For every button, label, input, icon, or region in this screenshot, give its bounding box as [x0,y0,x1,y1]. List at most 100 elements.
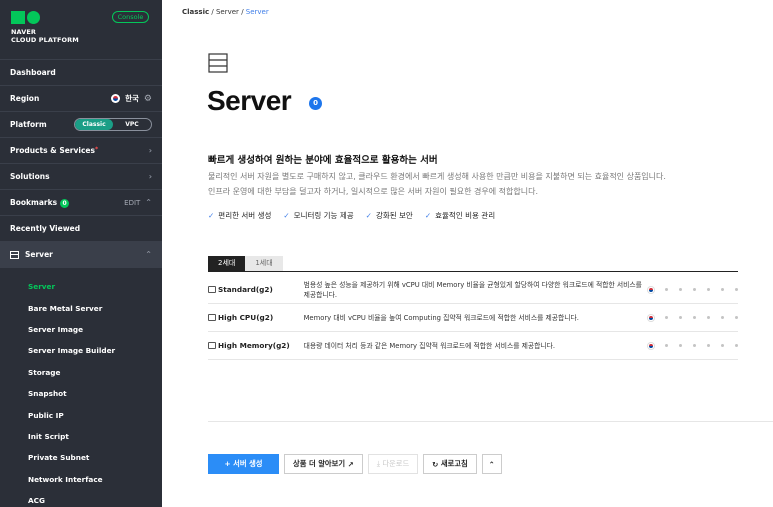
description-line: 물리적인 서버 자원을 별도로 구매하지 않고, 클라우드 환경에서 빠르게 생… [208,172,666,181]
feature-item: ✓ 편리한 서버 생성 [208,211,272,220]
product-description: Memory 대비 vCPU 비율을 높여 Computing 집약적 워크로드… [303,313,579,322]
region-dot-icon [665,288,668,291]
region-dot-icon [679,288,682,291]
learn-more-button[interactable]: 상품 더 알아보기 ↗ [284,454,363,474]
check-icon: ✓ [283,211,290,220]
refresh-button[interactable]: ↻ 새로고침 [423,454,477,474]
region-dot-icon [735,288,738,291]
description-line: 인프라 운영에 대한 부담을 덜고자 하거나, 일시적으로 많은 서버 자원이 … [208,186,538,196]
region-dot-icon [707,344,710,347]
page-title: Server [207,85,292,116]
region-dot-icon [735,344,738,347]
check-icon: ✓ [365,211,372,220]
sidebar-item-bare-metal-server[interactable]: Bare Metal Server [0,297,162,318]
brand-line2: CLOUD PLATFORM [11,36,79,44]
breadcrumb-sep: / [211,8,214,16]
region-dot-icon [707,288,710,291]
product-name: Standard(g2) [208,285,304,294]
recently-viewed-label: Recently Viewed [10,224,81,233]
product-description: 범용성 높은 성능을 제공하기 위해 vCPU 대비 Memory 비율을 균형… [303,280,642,299]
nav-region: Region 한국 ⚙ [0,86,162,112]
server-section-label: Server [25,250,53,259]
breadcrumb-root[interactable]: Classic [182,8,209,16]
table-row[interactable]: High CPU(g2) Memory 대비 vCPU 비율을 높여 Compu… [208,304,738,332]
table-row[interactable]: Standard(g2) 범용성 높은 성능을 제공하기 위해 vCPU 대비 … [208,276,738,304]
check-icon: ✓ [424,211,432,220]
feature-item: ✓ 효율적인 비용 관리 [424,211,496,220]
platform-option-vpc[interactable]: VPC [113,119,151,130]
bookmarks-edit-button[interactable]: EDIT [124,199,140,207]
breadcrumb: Classic / Server / Server [182,8,269,16]
action-bar: + 서버 생성 상품 더 알아보기 ↗ ⤓ 다운로드 ↻ 새로고침 ⌃ [208,454,502,474]
bookmarks-count-badge: 0 [60,198,70,208]
breadcrumb-sep: / [241,8,244,16]
create-server-button[interactable]: + 서버 생성 [208,454,279,474]
platform-option-classic[interactable]: Classic [75,119,113,130]
sidebar-item-public-ip[interactable]: Public IP [0,404,162,425]
feature-list: ✓ 편리한 서버 생성 ✓ 모니터링 기능 제공 ✓ 강화된 보안 ✓ 효율적인 비용 … [208,210,495,221]
collapse-button[interactable]: ⌃ [481,454,502,474]
product-name: High Memory(g2) [208,341,304,350]
korea-flag-icon [648,314,654,321]
tab-gen2[interactable]: 2세대 [208,256,246,271]
region-value[interactable]: 한국 [125,93,139,104]
nav-recently-viewed[interactable]: Recently Viewed [0,216,162,242]
download-button[interactable]: ⤓ 다운로드 [367,454,419,474]
server-icon [208,53,228,73]
section-divider [208,421,773,422]
nav-solutions[interactable]: Solutions › [0,164,162,190]
nav-server-section[interactable]: Server ⌃ [0,242,162,268]
region-dot-icon [665,316,668,319]
platform-toggle[interactable]: Classic VPC [74,118,152,131]
region-dot-icon [693,316,696,319]
new-marker: * [94,146,99,153]
sidebar-item-server-image-builder[interactable]: Server Image Builder [0,340,162,361]
region-dot-icon [693,288,696,291]
brand-line1: NAVER [11,28,37,36]
chevron-right-icon: › [148,172,152,181]
nav-dashboard[interactable]: Dashboard [0,60,162,86]
console-button[interactable]: Console [112,11,149,23]
page-description: 물리적인 서버 자원을 별도로 구매하지 않고, 클라우드 환경에서 빠르게 생… [208,170,773,199]
korea-flag-icon [648,342,654,349]
sidebar-item-private-subnet[interactable]: Private Subnet [0,447,162,468]
brand-text: NAVER CLOUD PLATFORM [11,28,79,44]
sidebar-item-init-script[interactable]: Init Script [0,426,162,447]
table-row[interactable]: High Memory(g2) 대용량 데이터 처리 등과 같은 Memory … [208,332,738,360]
tab-gen1[interactable]: 1세대 [245,256,283,271]
feature-item: ✓ 모니터링 기능 제공 [283,211,354,220]
region-dot-icon [721,288,724,291]
region-availability [648,342,738,349]
chevron-right-icon: › [148,146,152,155]
sidebar-item-snapshot[interactable]: Snapshot [0,383,162,404]
external-link-icon: ↗ [347,459,354,469]
nav-platform: Platform Classic VPC [0,112,162,138]
gear-icon[interactable]: ⚙ [144,94,152,104]
main-content: Classic / Server / Server Server 0 빠르게 생… [162,0,773,507]
sidebar-item-network-interface[interactable]: Network Interface [0,469,162,490]
chevron-up-icon[interactable]: ⌃ [145,198,152,207]
region-label: Region [10,94,40,103]
region-dot-icon [665,344,668,347]
nav-products-services[interactable]: Products & Services* › [0,138,162,164]
download-icon: ⤓ [376,459,380,468]
korea-flag-icon [648,286,654,293]
korea-flag-icon [111,94,121,103]
nav-bookmarks[interactable]: Bookmarks 0 EDIT ⌃ [0,190,162,216]
region-dot-icon [721,316,724,319]
memory-icon [208,342,216,349]
sidebar-item-acg[interactable]: ACG [0,490,162,507]
sidebar-item-storage[interactable]: Storage [0,362,162,383]
server-icon [10,250,19,259]
product-table: Standard(g2) 범용성 높은 성능을 제공하기 위해 vCPU 대비 … [208,276,738,360]
platform-label: Platform [10,120,47,129]
breadcrumb-mid[interactable]: Server [216,8,239,16]
generation-tabs: 2세대 1세대 [208,256,283,271]
naver-logo-icon[interactable] [11,11,41,24]
sidebar-item-server-image[interactable]: Server Image [0,319,162,340]
sidebar-item-server[interactable]: Server [0,276,162,297]
feature-item: ✓ 강화된 보안 [365,211,413,220]
bookmarks-label: Bookmarks 0 [10,198,70,208]
cpu-icon [208,314,216,321]
region-dot-icon [707,316,710,319]
